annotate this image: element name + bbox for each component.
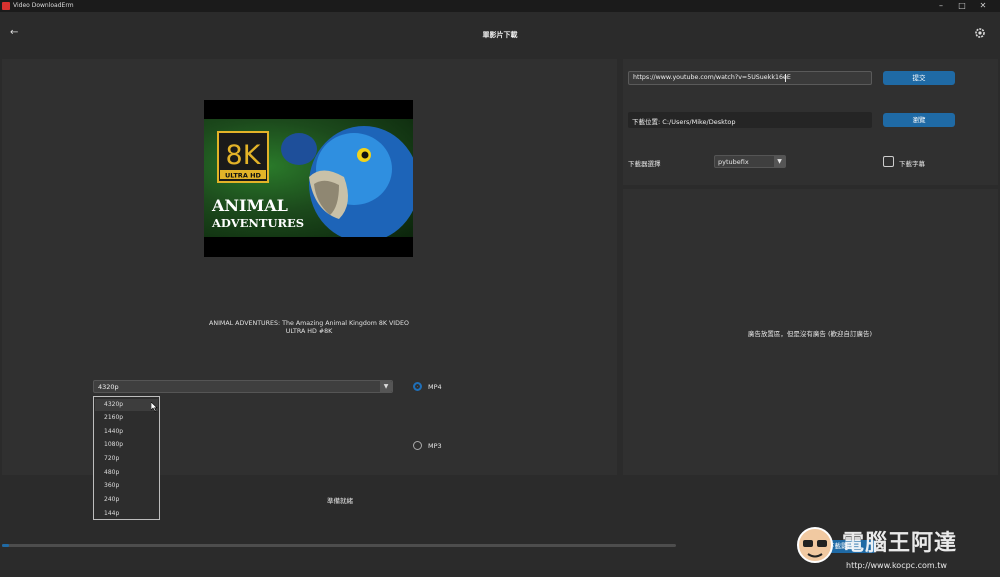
resolution-option-480p[interactable]: 480p: [104, 469, 119, 476]
minimize-button[interactable]: –: [936, 1, 946, 11]
page-title: 單影片下載: [482, 31, 518, 39]
maximize-button[interactable]: □: [957, 1, 967, 11]
resolution-option-2160p[interactable]: 2160p: [104, 414, 123, 421]
video-title: ANIMAL ADVENTURES: The Amazing Animal Ki…: [209, 320, 409, 335]
downloader-select[interactable]: pytubefix ▼: [714, 155, 786, 168]
close-button[interactable]: ✕: [978, 1, 988, 11]
resolution-select[interactable]: 4320p ▼: [93, 380, 393, 393]
ad-placeholder-text: 廣告放置區，但是沒有廣告 (歡迎自訂廣告): [747, 330, 873, 338]
thumbnail-8k-badge: 8K: [226, 140, 262, 171]
download-location-text: 下載位置: C:/Users/Mike/Desktop: [632, 116, 736, 126]
submit-button[interactable]: 提交: [883, 71, 955, 85]
downloader-select-value: pytubefix: [718, 158, 749, 166]
resolution-select-value: 4320p: [98, 383, 119, 391]
resolution-dropdown-list: 4320p 2160p 1440p 1080p 720p 480p 360p 2…: [93, 396, 160, 520]
url-input[interactable]: https://www.youtube.com/watch?v=5USuekk1…: [628, 71, 872, 85]
window-title: Video DownloadErm: [13, 2, 74, 9]
resolution-option-144p[interactable]: 144p: [104, 510, 119, 517]
download-subtitles-label: 下載字幕: [899, 160, 925, 168]
resolution-option-720p[interactable]: 720p: [104, 455, 119, 462]
chevron-down-icon[interactable]: ▼: [774, 156, 785, 167]
download-subtitles-checkbox[interactable]: [883, 156, 894, 167]
video-thumbnail: 8K ULTRA HD ANIMAL ADVENTURES: [204, 100, 413, 257]
status-text: 準備就緒: [327, 497, 353, 505]
text-caret: [785, 74, 786, 82]
download-location-field: 下載位置: C:/Users/Mike/Desktop: [628, 112, 872, 128]
thumbnail-title-line2: ADVENTURES: [211, 216, 304, 230]
mp3-label: MP3: [428, 442, 442, 450]
window-titlebar: [0, 0, 1000, 12]
back-arrow-icon[interactable]: ←: [10, 27, 22, 39]
mp3-radio[interactable]: [413, 441, 422, 450]
resolution-option-1440p[interactable]: 1440p: [104, 428, 123, 435]
resolution-option-4320p[interactable]: 4320p: [104, 401, 123, 408]
chevron-down-icon[interactable]: ▼: [380, 381, 392, 392]
progress-bar-fill: [2, 544, 9, 547]
download-location-label: 下載位置:: [632, 118, 661, 126]
app-icon: [2, 2, 10, 10]
watermark-mascot-icon: [792, 520, 838, 566]
url-input-value: https://www.youtube.com/watch?v=5USuekk1…: [633, 74, 791, 81]
browse-button[interactable]: 瀏覽: [883, 113, 955, 127]
resolution-option-1080p[interactable]: 1080p: [104, 441, 123, 448]
resolution-option-240p[interactable]: 240p: [104, 496, 119, 503]
download-location-path: C:/Users/Mike/Desktop: [662, 118, 736, 126]
watermark-url: http://www.kocpc.com.tw: [846, 561, 947, 570]
downloader-label: 下載器選擇: [628, 160, 661, 168]
thumbnail-title-line1: ANIMAL: [211, 196, 288, 215]
watermark-text: 電腦王阿達: [842, 531, 958, 556]
gear-icon[interactable]: [974, 27, 986, 39]
mp4-radio[interactable]: [413, 382, 422, 391]
mouse-cursor-icon: [150, 401, 159, 412]
mp4-label: MP4: [428, 383, 442, 391]
thumbnail-uhd-badge: ULTRA HD: [225, 172, 262, 180]
resolution-option-360p[interactable]: 360p: [104, 482, 119, 489]
progress-bar: [2, 544, 676, 547]
